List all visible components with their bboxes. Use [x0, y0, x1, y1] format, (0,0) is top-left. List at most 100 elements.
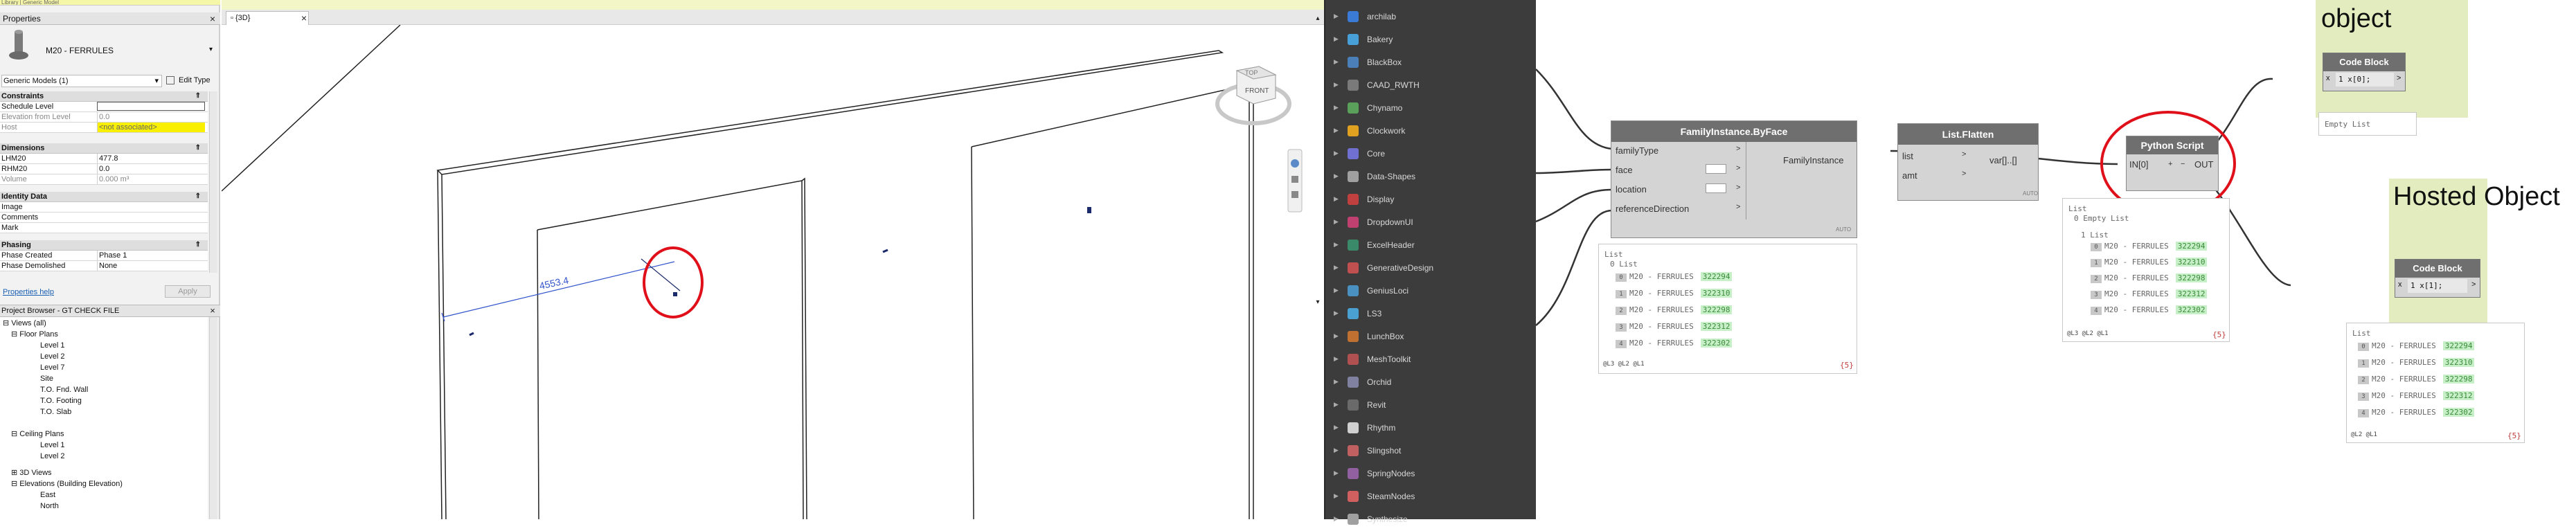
- tree-item[interactable]: Level 1: [40, 440, 64, 450]
- element-id[interactable]: 322298: [2175, 273, 2208, 282]
- node-familyinstance-byface[interactable]: FamilyInstance.ByFace familyType face lo…: [1611, 120, 1857, 238]
- library-item[interactable]: ▶ Orchid: [1325, 371, 1537, 394]
- edit-type-button[interactable]: Edit Type: [165, 75, 219, 87]
- element-id[interactable]: 322294: [2442, 341, 2475, 350]
- properties-help-link[interactable]: Properties help: [3, 288, 54, 296]
- code-editor[interactable]: 1 x[0];: [2336, 73, 2394, 87]
- code-block-2[interactable]: Code Block x 1 x[1]; >: [2395, 259, 2480, 298]
- prop-row-comments[interactable]: Comments: [0, 213, 208, 223]
- element-id[interactable]: 322310: [1700, 289, 1733, 298]
- library-item[interactable]: ▶ Rhythm: [1325, 417, 1537, 440]
- output-port[interactable]: >: [2471, 280, 2476, 289]
- tree-item[interactable]: East: [40, 490, 55, 500]
- library-item[interactable]: ▶ ExcelHeader: [1325, 234, 1537, 257]
- group-phasing[interactable]: Phasing ⇑: [0, 240, 208, 251]
- library-item[interactable]: ▶ GeniusLoci: [1325, 280, 1537, 303]
- tree-item[interactable]: T.O. Fnd. Wall: [40, 385, 88, 395]
- library-item[interactable]: ▶ archilab: [1325, 6, 1537, 28]
- output-port-familyinstance[interactable]: FamilyInstance: [1783, 152, 1843, 170]
- prop-row-lhm20[interactable]: LHM20 477.8: [0, 154, 208, 164]
- input-port-amt[interactable]: amt: [1902, 167, 1917, 185]
- code-block-1[interactable]: Code Block x 1 x[0]; >: [2323, 53, 2406, 91]
- library-item[interactable]: ▶ BlackBox: [1325, 51, 1537, 74]
- scroll-up-icon[interactable]: ▴: [1313, 14, 1323, 24]
- group-identity-data[interactable]: Identity Data ⇑: [0, 192, 208, 202]
- element-id[interactable]: 322302: [1700, 339, 1733, 348]
- input-port-face[interactable]: face: [1616, 161, 1633, 179]
- code-editor[interactable]: 1 x[1];: [2408, 279, 2467, 293]
- prop-row-phase-demolished[interactable]: Phase Demolished None: [0, 261, 208, 271]
- apply-button[interactable]: Apply: [165, 285, 211, 298]
- prop-row-rhm20[interactable]: RHM20 0.0: [0, 164, 208, 174]
- prop-row-phase-created[interactable]: Phase Created Phase 1: [0, 251, 208, 261]
- prop-row-image[interactable]: Image: [0, 202, 208, 213]
- group-constraints[interactable]: Constraints ⇑: [0, 91, 208, 102]
- navigation-bar[interactable]: [1287, 149, 1303, 213]
- element-id[interactable]: 322310: [2442, 358, 2475, 367]
- library-item[interactable]: ▶ Data-Shapes: [1325, 165, 1537, 188]
- prop-value[interactable]: 477.8: [97, 154, 205, 163]
- input-port-x[interactable]: x: [2326, 74, 2330, 82]
- library-item[interactable]: ▶ Bakery: [1325, 28, 1537, 51]
- element-id[interactable]: 322310: [2175, 258, 2208, 267]
- tree-node-3d-views[interactable]: ⊞ 3D Views: [11, 468, 52, 478]
- tab-3d-view[interactable]: ▫ {3D}: [226, 11, 309, 25]
- element-id[interactable]: 322302: [2442, 408, 2475, 417]
- library-item[interactable]: ▶ Display: [1325, 188, 1537, 211]
- library-item[interactable]: ▶ Revit: [1325, 394, 1537, 417]
- library-item[interactable]: ▶ GenerativeDesign: [1325, 257, 1537, 280]
- browser-scrollbar[interactable]: [209, 317, 217, 519]
- prop-row-schedule-level[interactable]: Schedule Level: [0, 102, 208, 112]
- input-port-location[interactable]: location: [1616, 181, 1647, 199]
- type-dropdown-icon[interactable]: ▾: [209, 46, 213, 53]
- input-port-x[interactable]: x: [2398, 280, 2402, 289]
- output-port-var[interactable]: var[]..[]: [1989, 152, 2017, 170]
- node-list-flatten[interactable]: List.Flatten list amt > > var[]..[] AUTO: [1897, 123, 2039, 201]
- tree-item[interactable]: North: [40, 501, 59, 511]
- tree-item[interactable]: Level 2: [40, 352, 64, 361]
- tree-item[interactable]: T.O. Footing: [40, 396, 82, 406]
- tree-item[interactable]: Level 2: [40, 451, 64, 461]
- element-id[interactable]: 322312: [2175, 289, 2208, 298]
- library-item[interactable]: ▶ Chynamo: [1325, 97, 1537, 120]
- input-port-list[interactable]: list: [1902, 147, 1913, 165]
- close-tab-icon[interactable]: ×: [299, 13, 309, 23]
- prop-value[interactable]: Phase 1: [97, 251, 205, 260]
- element-id[interactable]: 322312: [1700, 322, 1733, 331]
- library-item[interactable]: ▶ MeshToolkit: [1325, 348, 1537, 371]
- group-dimensions[interactable]: Dimensions ⇑: [0, 143, 208, 154]
- properties-scrollbar[interactable]: [209, 91, 217, 273]
- tree-item[interactable]: Level 7: [40, 363, 64, 372]
- type-selector[interactable]: Generic Models (1) ▾: [1, 75, 162, 87]
- element-id[interactable]: 322298: [1700, 305, 1733, 314]
- tree-node-floor-plans[interactable]: ⊟ Floor Plans: [11, 330, 58, 339]
- prop-value[interactable]: 0.0: [97, 164, 205, 174]
- element-id[interactable]: 322302: [2175, 305, 2208, 314]
- revit-3d-view[interactable]: ▫ {3D} × ▴ ▾ 4553.4 TOP FRONT: [222, 0, 1324, 519]
- element-id[interactable]: 322294: [1700, 272, 1733, 281]
- input-port-referencedirection[interactable]: referenceDirection: [1616, 200, 1689, 218]
- dynamo-canvas[interactable]: FamilyInstance.ByFace familyType face lo…: [1536, 0, 2576, 519]
- library-item[interactable]: ▶ LunchBox: [1325, 325, 1537, 348]
- tree-item[interactable]: Level 1: [40, 341, 64, 350]
- preview-code-block-2[interactable]: List 0 M20 - FERRULES 322294 1 M20 - FERRULE…: [2346, 323, 2525, 443]
- library-item[interactable]: ▶ Clockwork: [1325, 120, 1537, 143]
- library-item[interactable]: ▶ SteamNodes: [1325, 485, 1537, 508]
- element-id[interactable]: 322294: [2175, 242, 2208, 251]
- element-id[interactable]: 322298: [2442, 375, 2475, 384]
- library-item[interactable]: ▶ DropdownUI: [1325, 211, 1537, 234]
- close-properties-icon[interactable]: ×: [208, 14, 217, 24]
- tree-item[interactable]: T.O. Slab: [40, 407, 71, 417]
- library-item[interactable]: ▶ Core: [1325, 143, 1537, 165]
- library-item[interactable]: ▶ Slingshot: [1325, 440, 1537, 462]
- preview-python[interactable]: List 0 Empty List 1 List 0 M20 - FERRULES…: [2062, 198, 2230, 342]
- library-item[interactable]: ▶ Synthesize: [1325, 508, 1537, 531]
- tree-node-ceiling-plans[interactable]: ⊟ Ceiling Plans: [11, 429, 64, 439]
- tree-node-elevations[interactable]: ⊟ Elevations (Building Elevation): [11, 479, 123, 489]
- close-browser-icon[interactable]: ×: [208, 306, 217, 316]
- prop-row-mark[interactable]: Mark: [0, 223, 208, 233]
- preview-code-block-1[interactable]: Empty List: [2318, 112, 2417, 136]
- input-port-familytype[interactable]: familyType: [1616, 142, 1658, 160]
- preview-familyinstance[interactable]: List 0 List 0 M20 - FERRULES 322294 1 M20 - …: [1598, 244, 1857, 374]
- tree-node-views[interactable]: ⊟ Views (all): [3, 318, 46, 328]
